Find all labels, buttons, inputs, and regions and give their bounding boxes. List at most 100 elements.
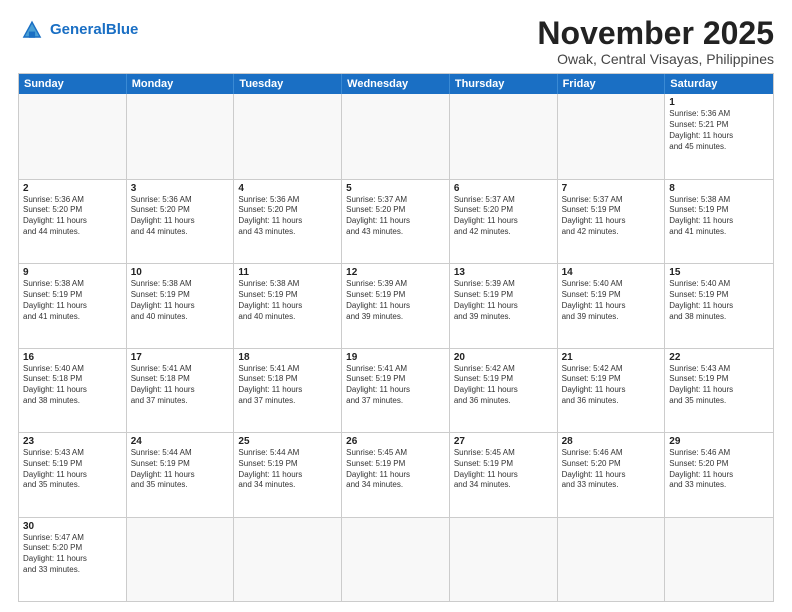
- day-info: Sunrise: 5:46 AM Sunset: 5:20 PM Dayligh…: [669, 448, 769, 491]
- day-number: 11: [238, 267, 337, 278]
- calendar-cell-2-5: 14Sunrise: 5:40 AM Sunset: 5:19 PM Dayli…: [558, 264, 666, 347]
- calendar-cell-5-5: [558, 518, 666, 601]
- calendar-cell-1-2: 4Sunrise: 5:36 AM Sunset: 5:20 PM Daylig…: [234, 180, 342, 263]
- day-number: 21: [562, 352, 661, 363]
- day-info: Sunrise: 5:40 AM Sunset: 5:19 PM Dayligh…: [562, 279, 661, 322]
- day-number: 14: [562, 267, 661, 278]
- day-info: Sunrise: 5:36 AM Sunset: 5:20 PM Dayligh…: [23, 195, 122, 238]
- header: GeneralBlue November 2025 Owak, Central …: [18, 16, 774, 67]
- calendar-row-4: 23Sunrise: 5:43 AM Sunset: 5:19 PM Dayli…: [19, 432, 773, 516]
- header-sunday: Sunday: [19, 74, 127, 94]
- day-number: 10: [131, 267, 230, 278]
- day-info: Sunrise: 5:38 AM Sunset: 5:19 PM Dayligh…: [131, 279, 230, 322]
- calendar-row-0: 1Sunrise: 5:36 AM Sunset: 5:21 PM Daylig…: [19, 94, 773, 178]
- calendar: Sunday Monday Tuesday Wednesday Thursday…: [18, 73, 774, 602]
- day-info: Sunrise: 5:44 AM Sunset: 5:19 PM Dayligh…: [238, 448, 337, 491]
- calendar-row-5: 30Sunrise: 5:47 AM Sunset: 5:20 PM Dayli…: [19, 517, 773, 601]
- calendar-cell-3-3: 19Sunrise: 5:41 AM Sunset: 5:19 PM Dayli…: [342, 349, 450, 432]
- day-info: Sunrise: 5:41 AM Sunset: 5:18 PM Dayligh…: [238, 364, 337, 407]
- day-info: Sunrise: 5:41 AM Sunset: 5:18 PM Dayligh…: [131, 364, 230, 407]
- day-number: 27: [454, 436, 553, 447]
- day-info: Sunrise: 5:37 AM Sunset: 5:20 PM Dayligh…: [346, 195, 445, 238]
- day-info: Sunrise: 5:41 AM Sunset: 5:19 PM Dayligh…: [346, 364, 445, 407]
- day-info: Sunrise: 5:40 AM Sunset: 5:19 PM Dayligh…: [669, 279, 769, 322]
- day-number: 26: [346, 436, 445, 447]
- logo-general: General: [50, 21, 106, 38]
- calendar-cell-3-1: 17Sunrise: 5:41 AM Sunset: 5:18 PM Dayli…: [127, 349, 235, 432]
- day-number: 29: [669, 436, 769, 447]
- calendar-cell-4-1: 24Sunrise: 5:44 AM Sunset: 5:19 PM Dayli…: [127, 433, 235, 516]
- calendar-cell-1-1: 3Sunrise: 5:36 AM Sunset: 5:20 PM Daylig…: [127, 180, 235, 263]
- calendar-cell-2-0: 9Sunrise: 5:38 AM Sunset: 5:19 PM Daylig…: [19, 264, 127, 347]
- header-tuesday: Tuesday: [234, 74, 342, 94]
- calendar-cell-0-2: [234, 94, 342, 178]
- day-number: 24: [131, 436, 230, 447]
- calendar-body: 1Sunrise: 5:36 AM Sunset: 5:21 PM Daylig…: [19, 94, 773, 601]
- calendar-cell-3-0: 16Sunrise: 5:40 AM Sunset: 5:18 PM Dayli…: [19, 349, 127, 432]
- subtitle: Owak, Central Visayas, Philippines: [537, 51, 774, 67]
- day-number: 8: [669, 183, 769, 194]
- calendar-cell-3-6: 22Sunrise: 5:43 AM Sunset: 5:19 PM Dayli…: [665, 349, 773, 432]
- day-number: 30: [23, 521, 122, 532]
- day-number: 28: [562, 436, 661, 447]
- calendar-cell-0-4: [450, 94, 558, 178]
- title-block: November 2025 Owak, Central Visayas, Phi…: [537, 16, 774, 67]
- day-info: Sunrise: 5:43 AM Sunset: 5:19 PM Dayligh…: [669, 364, 769, 407]
- day-number: 22: [669, 352, 769, 363]
- header-saturday: Saturday: [665, 74, 773, 94]
- day-number: 7: [562, 183, 661, 194]
- calendar-cell-4-0: 23Sunrise: 5:43 AM Sunset: 5:19 PM Dayli…: [19, 433, 127, 516]
- header-thursday: Thursday: [450, 74, 558, 94]
- day-info: Sunrise: 5:39 AM Sunset: 5:19 PM Dayligh…: [454, 279, 553, 322]
- day-info: Sunrise: 5:45 AM Sunset: 5:19 PM Dayligh…: [454, 448, 553, 491]
- day-number: 3: [131, 183, 230, 194]
- day-info: Sunrise: 5:42 AM Sunset: 5:19 PM Dayligh…: [454, 364, 553, 407]
- calendar-cell-1-6: 8Sunrise: 5:38 AM Sunset: 5:19 PM Daylig…: [665, 180, 773, 263]
- calendar-cell-0-6: 1Sunrise: 5:36 AM Sunset: 5:21 PM Daylig…: [665, 94, 773, 178]
- day-number: 6: [454, 183, 553, 194]
- calendar-cell-1-4: 6Sunrise: 5:37 AM Sunset: 5:20 PM Daylig…: [450, 180, 558, 263]
- calendar-cell-4-3: 26Sunrise: 5:45 AM Sunset: 5:19 PM Dayli…: [342, 433, 450, 516]
- day-info: Sunrise: 5:36 AM Sunset: 5:20 PM Dayligh…: [131, 195, 230, 238]
- day-number: 13: [454, 267, 553, 278]
- day-number: 17: [131, 352, 230, 363]
- day-info: Sunrise: 5:38 AM Sunset: 5:19 PM Dayligh…: [669, 195, 769, 238]
- header-wednesday: Wednesday: [342, 74, 450, 94]
- calendar-cell-0-1: [127, 94, 235, 178]
- day-number: 2: [23, 183, 122, 194]
- calendar-cell-1-0: 2Sunrise: 5:36 AM Sunset: 5:20 PM Daylig…: [19, 180, 127, 263]
- main-title: November 2025: [537, 16, 774, 51]
- calendar-cell-4-5: 28Sunrise: 5:46 AM Sunset: 5:20 PM Dayli…: [558, 433, 666, 516]
- day-number: 18: [238, 352, 337, 363]
- logo-text: GeneralBlue: [50, 22, 138, 39]
- calendar-cell-1-3: 5Sunrise: 5:37 AM Sunset: 5:20 PM Daylig…: [342, 180, 450, 263]
- calendar-cell-4-6: 29Sunrise: 5:46 AM Sunset: 5:20 PM Dayli…: [665, 433, 773, 516]
- page: GeneralBlue November 2025 Owak, Central …: [0, 0, 792, 612]
- calendar-cell-3-5: 21Sunrise: 5:42 AM Sunset: 5:19 PM Dayli…: [558, 349, 666, 432]
- day-number: 19: [346, 352, 445, 363]
- day-info: Sunrise: 5:44 AM Sunset: 5:19 PM Dayligh…: [131, 448, 230, 491]
- calendar-cell-5-1: [127, 518, 235, 601]
- day-number: 9: [23, 267, 122, 278]
- calendar-cell-5-3: [342, 518, 450, 601]
- day-number: 5: [346, 183, 445, 194]
- day-number: 15: [669, 267, 769, 278]
- calendar-cell-4-4: 27Sunrise: 5:45 AM Sunset: 5:19 PM Dayli…: [450, 433, 558, 516]
- day-info: Sunrise: 5:45 AM Sunset: 5:19 PM Dayligh…: [346, 448, 445, 491]
- day-info: Sunrise: 5:39 AM Sunset: 5:19 PM Dayligh…: [346, 279, 445, 322]
- day-info: Sunrise: 5:37 AM Sunset: 5:20 PM Dayligh…: [454, 195, 553, 238]
- day-info: Sunrise: 5:46 AM Sunset: 5:20 PM Dayligh…: [562, 448, 661, 491]
- day-number: 12: [346, 267, 445, 278]
- calendar-cell-4-2: 25Sunrise: 5:44 AM Sunset: 5:19 PM Dayli…: [234, 433, 342, 516]
- logo: GeneralBlue: [18, 16, 138, 44]
- calendar-cell-1-5: 7Sunrise: 5:37 AM Sunset: 5:19 PM Daylig…: [558, 180, 666, 263]
- calendar-cell-5-4: [450, 518, 558, 601]
- calendar-cell-5-2: [234, 518, 342, 601]
- calendar-row-3: 16Sunrise: 5:40 AM Sunset: 5:18 PM Dayli…: [19, 348, 773, 432]
- calendar-cell-0-0: [19, 94, 127, 178]
- header-friday: Friday: [558, 74, 666, 94]
- day-number: 20: [454, 352, 553, 363]
- day-info: Sunrise: 5:36 AM Sunset: 5:20 PM Dayligh…: [238, 195, 337, 238]
- day-number: 1: [669, 97, 769, 108]
- day-info: Sunrise: 5:43 AM Sunset: 5:19 PM Dayligh…: [23, 448, 122, 491]
